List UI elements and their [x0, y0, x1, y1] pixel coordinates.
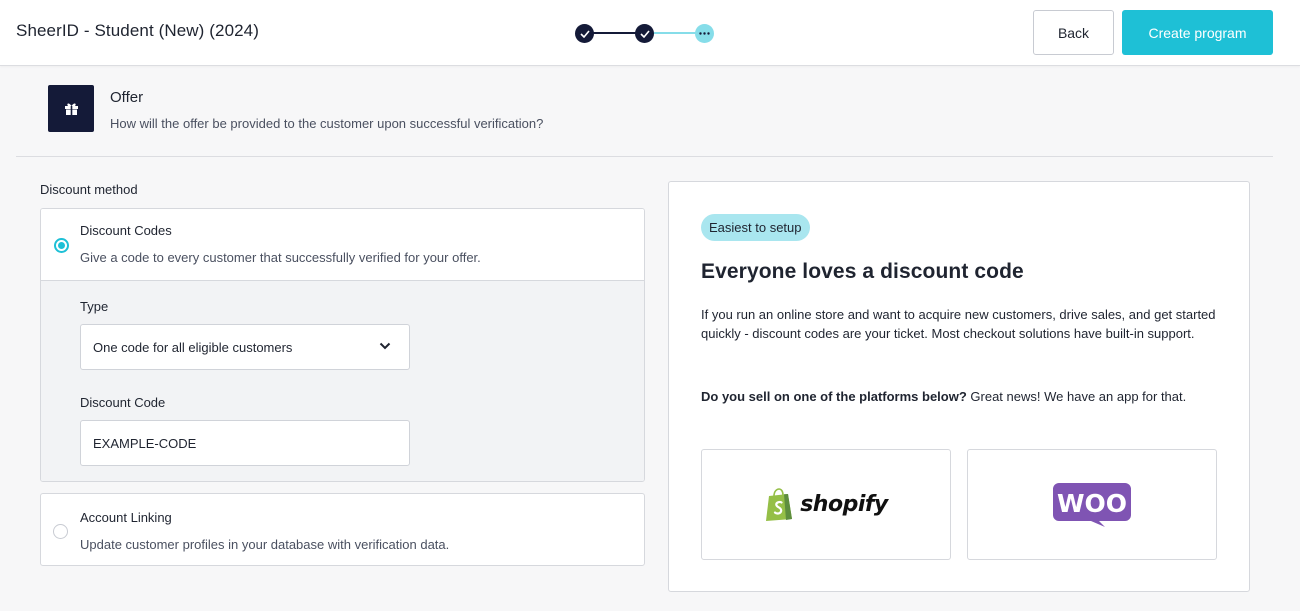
- gift-icon: [64, 103, 78, 115]
- info-panel: Easiest to setup Everyone loves a discou…: [668, 181, 1250, 592]
- info-panel-body: If you run an online store and want to a…: [701, 307, 1216, 341]
- discount-codes-description: Give a code to every customer that succe…: [80, 250, 481, 265]
- step-2-complete[interactable]: [635, 24, 654, 43]
- discount-codes-title: Discount Codes: [80, 223, 172, 238]
- discount-code-input[interactable]: [80, 420, 410, 466]
- discount-code-label: Discount Code: [80, 395, 166, 410]
- easiest-setup-badge: Easiest to setup: [701, 214, 810, 241]
- back-button[interactable]: Back: [1033, 10, 1114, 55]
- woocommerce-logo-text: WOO: [1057, 489, 1127, 518]
- account-linking-description: Update customer profiles in your databas…: [80, 537, 450, 552]
- type-select[interactable]: One code for all eligible customers: [80, 324, 410, 370]
- account-linking-title: Account Linking: [80, 510, 172, 525]
- step-3-current[interactable]: [695, 24, 714, 43]
- discount-codes-radio[interactable]: [54, 238, 69, 253]
- check-icon: [639, 29, 650, 38]
- account-linking-option[interactable]: Account Linking Update customer profiles…: [40, 493, 645, 566]
- platforms-question: Do you sell on one of the platforms belo…: [701, 389, 967, 404]
- chevron-down-icon: [379, 342, 391, 350]
- stepper-line-complete: [593, 32, 641, 34]
- platforms-intro: Do you sell on one of the platforms belo…: [701, 387, 1221, 406]
- info-panel-title: Everyone loves a discount code: [701, 260, 1024, 283]
- type-select-value: One code for all eligible customers: [93, 340, 293, 355]
- ellipsis-icon: [699, 32, 710, 35]
- create-program-button[interactable]: Create program: [1122, 10, 1273, 55]
- discount-codes-header[interactable]: Discount Codes Give a code to every cust…: [41, 209, 644, 281]
- section-subtitle: How will the offer be provided to the cu…: [110, 116, 544, 131]
- type-label: Type: [80, 299, 109, 314]
- check-icon: [579, 29, 590, 38]
- platforms-answer: Great news! We have an app for that.: [966, 389, 1187, 404]
- account-linking-radio[interactable]: [53, 524, 68, 539]
- section-title: Offer: [110, 89, 144, 106]
- top-bar: SheerID - Student (New) (2024) Back Crea…: [0, 0, 1300, 66]
- step-1-complete[interactable]: [575, 24, 594, 43]
- woocommerce-app-card[interactable]: WOO: [967, 449, 1217, 560]
- discount-codes-settings: Type One code for all eligible customers…: [41, 281, 644, 481]
- woocommerce-logo: WOO: [1053, 482, 1131, 527]
- stepper-line-pending: [651, 32, 699, 34]
- gift-icon-tile: [48, 85, 94, 132]
- discount-method-label: Discount method: [40, 182, 138, 197]
- progress-stepper: [575, 23, 715, 43]
- program-title: SheerID - Student (New) (2024): [16, 21, 259, 40]
- section-divider: [16, 156, 1273, 157]
- discount-codes-option[interactable]: Discount Codes Give a code to every cust…: [40, 208, 645, 482]
- shopify-bag-icon: [766, 487, 793, 521]
- shopify-app-card[interactable]: shopify: [701, 449, 951, 560]
- shopify-logo-text: shopify: [800, 492, 888, 517]
